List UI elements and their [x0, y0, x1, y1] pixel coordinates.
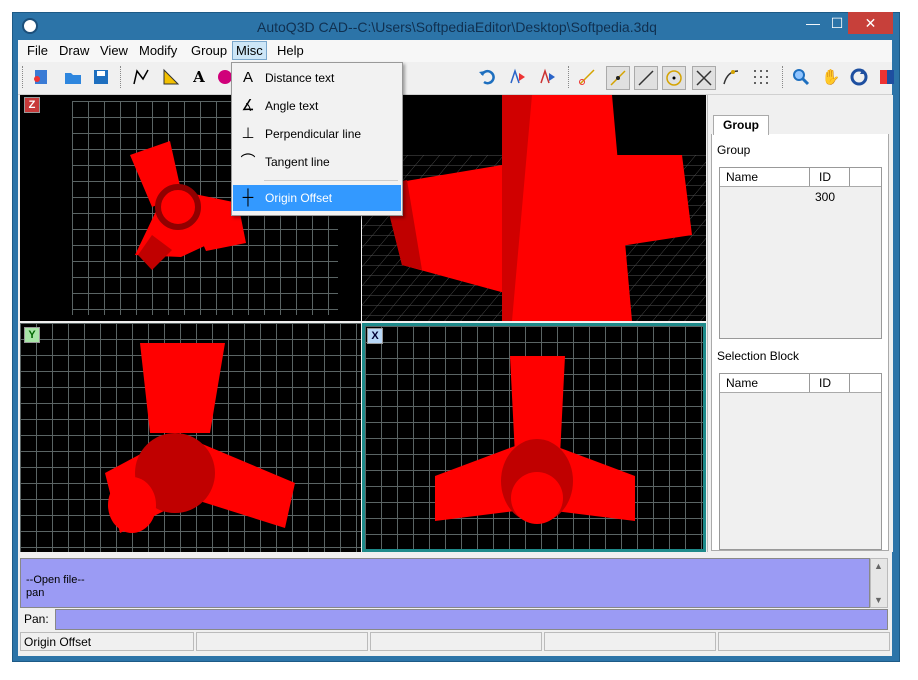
perpendicular-line-icon: ⊥ — [241, 125, 255, 142]
menu-view[interactable]: View — [100, 43, 128, 58]
snap-midpoint-icon[interactable] — [606, 66, 630, 90]
maximize-button[interactable]: ☐ — [824, 12, 850, 34]
menu-modify[interactable]: Modify — [139, 43, 177, 58]
group-row-id: 300 — [815, 190, 836, 204]
toolbar-separator — [782, 66, 785, 88]
menu-file[interactable]: File — [27, 43, 48, 58]
menu-separator — [264, 180, 398, 181]
scroll-up-icon[interactable]: ▲ — [874, 561, 883, 571]
snap-endpoint-icon[interactable] — [576, 66, 598, 88]
render-icon[interactable] — [876, 66, 898, 88]
array-icon[interactable] — [536, 66, 558, 88]
snap-line-icon[interactable] — [634, 66, 658, 90]
snap-tangent-icon[interactable] — [720, 66, 742, 88]
menu-item-tangent-line[interactable]: ⌒ Tangent line — [233, 149, 401, 175]
open-folder-icon[interactable] — [62, 66, 84, 88]
save-icon[interactable] — [90, 66, 112, 88]
toolbar: A ✋ — [18, 62, 894, 151]
viewport-side[interactable]: X — [362, 323, 706, 552]
snap-center-icon[interactable] — [662, 66, 686, 90]
console-scrollbar[interactable]: ▲ ▼ — [870, 558, 888, 608]
zoom-icon[interactable] — [790, 66, 812, 88]
toolbar-separator — [568, 66, 571, 88]
menu-group[interactable]: Group — [191, 43, 227, 58]
toolbar-grip[interactable] — [22, 66, 25, 88]
tab-group[interactable]: Group — [713, 115, 769, 135]
window-title: AutoQ3D CAD--C:\Users\SoftpediaEditor\De… — [257, 19, 657, 35]
viewport-front[interactable]: Y — [20, 323, 361, 552]
command-console[interactable]: --Open file-- pan — [20, 558, 870, 608]
status-cell — [196, 632, 368, 651]
axis-z-label: Z — [24, 97, 40, 113]
menu-draw[interactable]: Draw — [59, 43, 89, 58]
group-list[interactable]: Name ID 300 — [719, 167, 882, 339]
triangle-ruler-icon[interactable] — [160, 66, 182, 88]
status-cell — [718, 632, 890, 651]
status-bar: Origin Offset — [18, 631, 892, 653]
tangent-line-icon: ⌒ — [240, 153, 256, 170]
model-3d-view — [362, 95, 706, 321]
polyline-icon[interactable] — [130, 66, 152, 88]
selection-block-label: Selection Block — [717, 349, 800, 363]
group-col-name[interactable]: Name — [726, 170, 758, 184]
grid-snap-icon[interactable] — [750, 66, 772, 88]
selection-list-header: Name ID — [720, 374, 881, 393]
group-col-id[interactable]: ID — [819, 170, 831, 184]
close-button[interactable]: ✕ — [848, 12, 893, 34]
axis-x-label: X — [367, 328, 383, 344]
menu-misc[interactable]: Misc — [232, 41, 267, 60]
status-cell — [370, 632, 542, 651]
text-icon[interactable]: A — [188, 66, 210, 88]
axis-y-label: Y — [24, 327, 40, 343]
new-file-icon[interactable] — [30, 66, 52, 88]
selection-list[interactable]: Name ID — [719, 373, 882, 550]
angle-text-icon: ∡ — [241, 97, 255, 114]
distance-text-icon: A — [242, 69, 253, 86]
viewport-perspective[interactable] — [362, 95, 706, 321]
model-side-view — [435, 356, 635, 524]
prompt-label: Pan: — [24, 612, 49, 626]
snap-intersection-icon[interactable] — [692, 66, 716, 90]
mirror-icon[interactable] — [506, 66, 528, 88]
menu-item-angle-text[interactable]: ∡ Angle text — [233, 93, 401, 119]
menu-item-origin-offset[interactable]: ┼ Origin Offset — [233, 185, 401, 211]
table-row[interactable]: 300 — [720, 188, 881, 206]
title-bar: AutoQ3D CAD--C:\Users\SoftpediaEditor\De… — [17, 14, 897, 40]
status-cell-command: Origin Offset — [20, 632, 194, 651]
selection-col-id[interactable]: ID — [819, 376, 831, 390]
misc-dropdown-menu: A Distance text ∡ Angle text ⊥ Perpendic… — [231, 62, 403, 216]
rotate-view-icon[interactable] — [848, 66, 870, 88]
origin-offset-icon: ┼ — [242, 189, 254, 206]
model-front-view — [105, 343, 295, 533]
selection-col-name[interactable]: Name — [726, 376, 758, 390]
scroll-down-icon[interactable]: ▼ — [874, 595, 883, 605]
group-list-header: Name ID — [720, 168, 881, 187]
console-line: --Open file-- — [26, 574, 85, 586]
command-input[interactable] — [55, 609, 888, 630]
menu-bar: File Draw View Modify Group Misc Help — [18, 40, 892, 62]
menu-item-distance-text[interactable]: A Distance text — [233, 65, 401, 91]
status-cell — [544, 632, 716, 651]
minimize-button[interactable]: — — [800, 12, 826, 34]
toolbar-separator — [120, 66, 123, 88]
group-label: Group — [717, 143, 751, 157]
menu-item-perpendicular-line[interactable]: ⊥ Perpendicular line — [233, 121, 401, 147]
menu-help[interactable]: Help — [277, 43, 304, 58]
console-line: pan — [26, 587, 45, 599]
pan-hand-icon[interactable]: ✋ — [820, 66, 842, 88]
undo-icon[interactable] — [476, 66, 498, 88]
